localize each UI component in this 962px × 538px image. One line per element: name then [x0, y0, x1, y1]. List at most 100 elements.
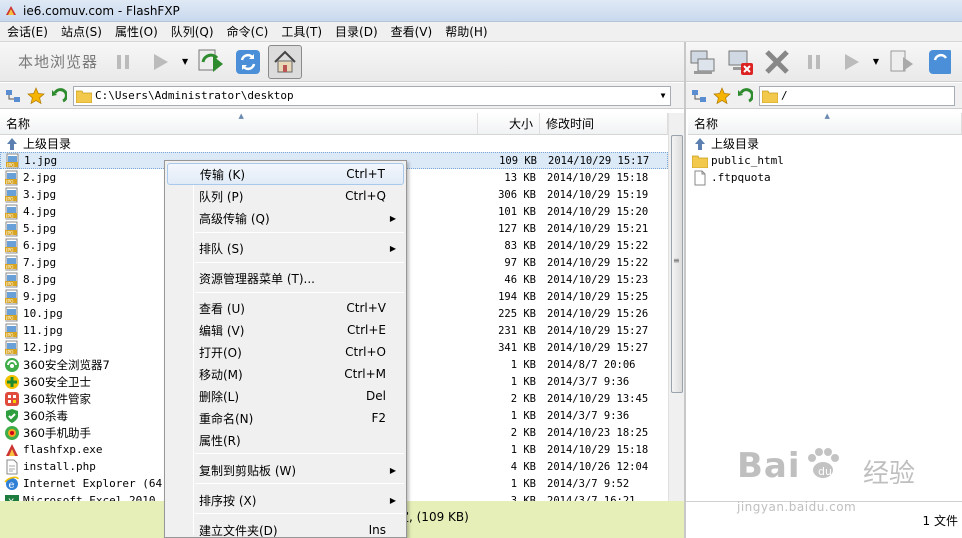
context-menu-item[interactable]: 重命名(N) F2: [167, 407, 404, 429]
local-browser-label[interactable]: 本地浏览器: [0, 51, 106, 72]
remote-pause-button[interactable]: [797, 45, 831, 79]
menu-item-label: 传输 (K): [200, 167, 246, 182]
context-menu-item[interactable]: 复制到剪贴板 (W) ▶: [167, 459, 404, 481]
remote-path-field[interactable]: /: [759, 85, 955, 106]
play-icon: [154, 53, 169, 70]
context-menu-item[interactable]: 移动(M) Ctrl+M: [167, 363, 404, 385]
file-name: 360安全浏览器7: [23, 357, 110, 372]
context-menu-item[interactable]: 排队 (S) ▶: [167, 237, 404, 259]
menu-bar: 会话(E) 站点(S) 属性(O) 队列(Q) 命令(C) 工具(T) 目录(D) 查看(V)…: [0, 22, 962, 42]
disconnect-button[interactable]: [723, 45, 757, 79]
remote-file-list: 上级目录 public_html .ftpquota: [688, 135, 962, 186]
menu-item-5[interactable]: 工具(T): [274, 23, 328, 40]
home-button[interactable]: [268, 44, 303, 79]
context-menu-item[interactable]: 资源管理器菜单 (T)...: [167, 267, 404, 289]
local-scrollbar[interactable]: ≡: [668, 113, 684, 501]
file-size: 341 KB: [498, 341, 536, 354]
remote-play-button[interactable]: [834, 45, 868, 79]
back-arrow-icon[interactable]: [49, 86, 69, 106]
file-modified-time: 2014/10/29 15:23: [547, 273, 649, 286]
remote-column-header: ▲ 名称: [688, 112, 962, 135]
jpg-icon: JPG: [4, 221, 20, 237]
chevron-down-icon[interactable]: ▼: [656, 91, 670, 100]
connect-site-button[interactable]: [686, 45, 720, 79]
column-modified[interactable]: 修改时间: [540, 113, 668, 134]
column-size[interactable]: 大小: [478, 113, 540, 134]
remote-file-row[interactable]: .ftpquota: [688, 169, 962, 186]
abort-button[interactable]: [760, 45, 794, 79]
remote-site-manager-icon[interactable]: [689, 86, 709, 106]
menu-item-label: 打开(O): [199, 345, 242, 360]
context-menu-item[interactable]: 属性(R): [167, 429, 404, 451]
file-size: 127 KB: [498, 222, 536, 235]
context-menu-item[interactable]: 打开(O) Ctrl+O: [167, 341, 404, 363]
remote-file-row[interactable]: public_html: [688, 152, 962, 169]
file-modified-time: 2014/8/7 20:06: [547, 358, 636, 371]
menu-item-3[interactable]: 队列(Q): [164, 23, 220, 40]
file-size: 1 KB: [510, 477, 536, 490]
play-dropdown-icon[interactable]: ▼: [180, 45, 190, 79]
file-name: 360软件管家: [23, 391, 91, 406]
local-path-field[interactable]: C:\Users\Administrator\desktop ▼: [73, 85, 671, 106]
remote-updir-label: 上级目录: [711, 137, 760, 151]
remote-transfer-button[interactable]: [885, 45, 919, 79]
close-icon: [765, 49, 789, 74]
remote-play-dropdown-icon[interactable]: ▼: [871, 45, 881, 79]
sort-ascending-icon: ▲: [238, 112, 244, 120]
remote-favorites-star-icon[interactable]: [712, 86, 732, 106]
grip-icon: ≡: [673, 256, 680, 265]
pane-splitter[interactable]: [684, 42, 686, 538]
context-menu-item[interactable]: 查看 (U) Ctrl+V: [167, 297, 404, 319]
file-modified-time: 2014/10/29 15:17: [548, 154, 650, 167]
context-menu-item[interactable]: 队列 (P) Ctrl+Q: [167, 185, 404, 207]
remote-updir-row[interactable]: 上级目录: [688, 135, 962, 152]
watermark-brand: Bai: [737, 446, 801, 486]
play-button[interactable]: [143, 45, 177, 79]
connect-button[interactable]: [194, 45, 228, 79]
menu-separator: [195, 483, 404, 484]
file-size: 1 KB: [510, 358, 536, 371]
column-name[interactable]: ▲ 名称: [0, 112, 478, 134]
context-menu-item[interactable]: 删除(L) Del: [167, 385, 404, 407]
remote-back-arrow-icon[interactable]: [735, 86, 755, 106]
favorites-star-icon[interactable]: [26, 86, 46, 106]
file-size: 306 KB: [498, 188, 536, 201]
context-menu-item[interactable]: 建立文件夹(D) Ins: [167, 519, 404, 538]
context-menu-item[interactable]: 传输 (K) Ctrl+T: [167, 163, 404, 185]
remote-refresh-button[interactable]: [922, 45, 956, 79]
svg-text:JPG: JPG: [5, 196, 14, 202]
remote-column-name[interactable]: ▲ 名称: [688, 112, 962, 134]
refresh-button[interactable]: [231, 45, 265, 79]
menu-item-label: 高级传输 (Q): [199, 211, 270, 226]
context-menu-item[interactable]: 编辑 (V) Ctrl+E: [167, 319, 404, 341]
menu-item-shortcut: Ins: [368, 523, 386, 537]
menu-item-2[interactable]: 属性(O): [108, 23, 164, 40]
column-name-label: 名称: [6, 117, 31, 131]
svg-text:JPG: JPG: [5, 349, 14, 355]
menu-item-4[interactable]: 命令(C): [220, 23, 275, 40]
menu-item-label: 建立文件夹(D): [199, 523, 278, 538]
remote-path-bar: /: [686, 83, 962, 109]
updir-row[interactable]: 上级目录: [0, 135, 668, 152]
context-menu-item[interactable]: 排序按 (X) ▶: [167, 489, 404, 511]
connect-icon: [690, 50, 715, 74]
menu-item-1[interactable]: 站点(S): [54, 23, 108, 40]
pause-icon: [117, 54, 130, 69]
pause-button[interactable]: [106, 45, 140, 79]
file-icon: [692, 170, 708, 186]
updir-label: 上级目录: [23, 137, 72, 151]
file-modified-time: 2014/10/29 15:18: [547, 171, 649, 184]
menu-item-7[interactable]: 查看(V): [384, 23, 439, 40]
sort-ascending-icon: ▲: [824, 112, 830, 120]
context-menu-item[interactable]: 高级传输 (Q) ▶: [167, 207, 404, 229]
local-column-header: ▲ 名称 大小 修改时间: [0, 112, 668, 135]
menu-item-0[interactable]: 会话(E): [0, 23, 54, 40]
column-size-label: 大小: [508, 117, 533, 131]
360-safe-icon: [4, 374, 20, 390]
menu-item-8[interactable]: 帮助(H): [438, 23, 493, 40]
window-title: ie6.comuv.com - FlashFXP: [23, 3, 180, 18]
menu-item-6[interactable]: 目录(D): [328, 23, 384, 40]
file-modified-time: 2014/10/29 15:22: [547, 239, 649, 252]
site-manager-icon[interactable]: [3, 86, 23, 106]
svg-text:JPG: JPG: [5, 230, 14, 236]
